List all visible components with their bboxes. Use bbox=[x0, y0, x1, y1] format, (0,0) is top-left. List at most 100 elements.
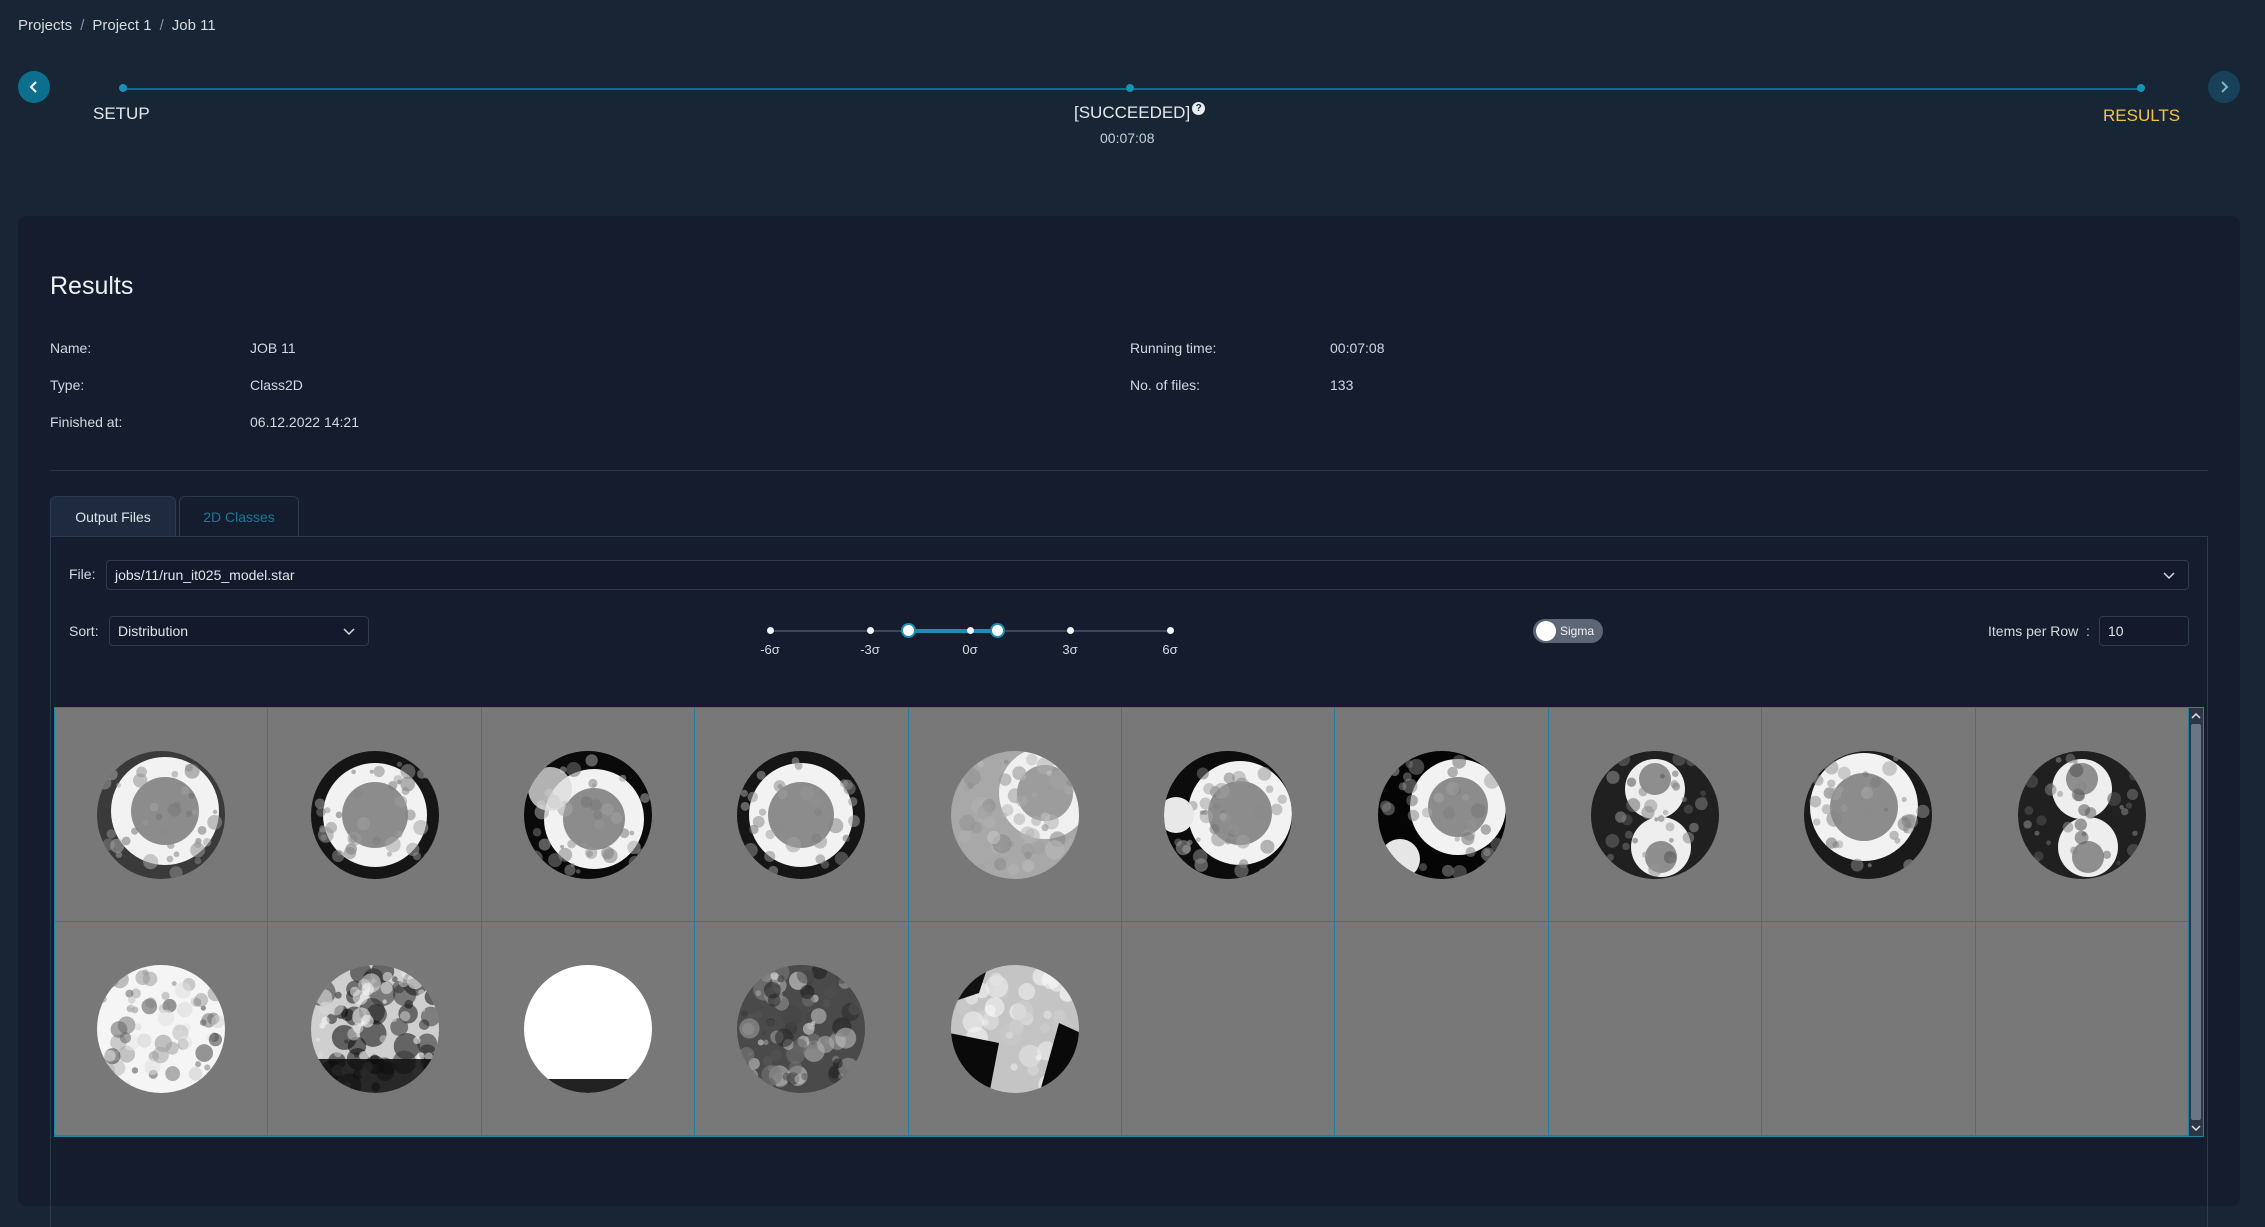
class-cell[interactable] bbox=[481, 922, 696, 1136]
class-average-image bbox=[523, 750, 652, 879]
scroll-down-icon[interactable] bbox=[2190, 1122, 2202, 1134]
running-time-value: 00:07:08 bbox=[1330, 340, 1385, 356]
class-cell[interactable] bbox=[908, 922, 1122, 1136]
step-dot-status bbox=[1126, 84, 1134, 92]
class-average-image bbox=[737, 750, 866, 879]
sigma-toggle[interactable]: Sigma bbox=[1533, 619, 1603, 643]
step-status-time: 00:07:08 bbox=[1100, 130, 1155, 146]
slider-mark bbox=[767, 627, 774, 634]
breadcrumb-separator: / bbox=[159, 17, 164, 34]
step-results[interactable]: RESULTS bbox=[2103, 106, 2180, 126]
step-setup[interactable]: SETUP bbox=[93, 104, 150, 124]
slider-mark bbox=[1067, 627, 1074, 634]
class-average-image bbox=[310, 964, 439, 1093]
results-panel: Results Name: JOB 11 Type: Class2D Finis… bbox=[18, 216, 2240, 1227]
slider-tick-label: 6σ bbox=[1162, 642, 1178, 657]
file-count-value: 133 bbox=[1330, 377, 1354, 393]
divider bbox=[50, 470, 2208, 471]
class-grid bbox=[55, 708, 2189, 1136]
sigma-slider-range bbox=[907, 629, 998, 633]
file-select-value: jobs/11/run_it025_model.star bbox=[115, 567, 295, 583]
finished-label: Finished at: bbox=[50, 414, 123, 430]
slider-mark bbox=[867, 627, 874, 634]
file-count-label: No. of files: bbox=[1130, 377, 1201, 393]
breadcrumb-project[interactable]: Project 1 bbox=[92, 17, 151, 34]
type-value: Class2D bbox=[250, 377, 303, 393]
class-cell-empty bbox=[1335, 922, 1549, 1136]
class-cell[interactable] bbox=[695, 708, 909, 922]
class-average-image bbox=[2017, 750, 2146, 879]
class-average-image bbox=[737, 964, 866, 1093]
class-grid-container bbox=[54, 707, 2204, 1137]
sigma-slider-handle-max[interactable] bbox=[990, 623, 1005, 638]
class-cell[interactable] bbox=[1335, 708, 1549, 922]
breadcrumb-projects[interactable]: Projects bbox=[18, 17, 72, 34]
slider-tick-label: 0σ bbox=[962, 642, 978, 657]
class-average-image bbox=[97, 750, 226, 879]
tab-content: File: jobs/11/run_it025_model.star Sort:… bbox=[50, 536, 2208, 1227]
step-status[interactable]: [SUCCEEDED] ? bbox=[1074, 102, 1206, 123]
slider-mark bbox=[967, 627, 974, 634]
class-average-image bbox=[1590, 750, 1719, 879]
class-cell[interactable] bbox=[268, 708, 482, 922]
slider-tick-label: 3σ bbox=[1062, 642, 1078, 657]
scrollbar-thumb[interactable] bbox=[2191, 724, 2201, 1120]
class-cell[interactable] bbox=[1548, 708, 1763, 922]
sort-select[interactable]: Distribution bbox=[109, 616, 369, 646]
class-cell[interactable] bbox=[695, 922, 909, 1136]
file-select[interactable]: jobs/11/run_it025_model.star bbox=[106, 560, 2189, 590]
type-label: Type: bbox=[50, 377, 85, 393]
scroll-up-icon[interactable] bbox=[2190, 710, 2202, 722]
name-label: Name: bbox=[50, 340, 92, 356]
items-per-row-label: Items per Row : bbox=[1988, 623, 2090, 639]
file-label: File: bbox=[69, 566, 96, 582]
slider-tick-label: -3σ bbox=[860, 642, 880, 657]
finished-value: 06.12.2022 14:21 bbox=[250, 414, 359, 430]
class-average-image bbox=[523, 964, 652, 1093]
sort-select-value: Distribution bbox=[118, 623, 189, 639]
chevron-left-icon bbox=[29, 81, 37, 93]
name-value: JOB 11 bbox=[250, 340, 296, 356]
running-time-label: Running time: bbox=[1130, 340, 1217, 356]
class-average-image bbox=[1377, 750, 1506, 879]
class-average-image bbox=[950, 750, 1079, 879]
class-cell[interactable] bbox=[481, 708, 696, 922]
class-cell[interactable] bbox=[55, 922, 269, 1136]
chevron-down-icon bbox=[2163, 572, 2175, 580]
class-average-image bbox=[1804, 750, 1933, 879]
slider-mark bbox=[1167, 627, 1174, 634]
tab-2d-classes[interactable]: 2D Classes bbox=[179, 496, 299, 537]
breadcrumb-separator: / bbox=[80, 17, 85, 34]
class-cell-empty bbox=[1762, 922, 1976, 1136]
next-step-button[interactable] bbox=[2208, 71, 2240, 103]
sort-label: Sort: bbox=[69, 623, 99, 639]
chevron-right-icon bbox=[2221, 81, 2229, 93]
class-cell[interactable] bbox=[1121, 708, 1336, 922]
chevron-down-icon bbox=[343, 628, 355, 636]
class-cell[interactable] bbox=[268, 922, 482, 1136]
class-average-image bbox=[310, 750, 439, 879]
class-cell[interactable] bbox=[908, 708, 1122, 922]
sigma-slider-handle-min[interactable] bbox=[901, 623, 916, 638]
tab-output-files[interactable]: Output Files bbox=[50, 496, 176, 537]
slider-tick-label: -6σ bbox=[760, 642, 780, 657]
class-cell-empty bbox=[1975, 922, 2189, 1136]
step-dot-setup bbox=[119, 84, 127, 92]
class-average-image bbox=[97, 964, 226, 1093]
scrollbar[interactable] bbox=[2189, 708, 2203, 1136]
class-average-image bbox=[950, 964, 1079, 1093]
page-title: Results bbox=[50, 272, 134, 300]
sigma-toggle-label: Sigma bbox=[1560, 624, 1595, 638]
items-per-row-input[interactable] bbox=[2099, 616, 2189, 646]
class-average-image bbox=[1164, 750, 1293, 879]
class-cell-empty bbox=[1548, 922, 1763, 1136]
class-cell[interactable] bbox=[1762, 708, 1976, 922]
toggle-knob bbox=[1536, 621, 1556, 641]
breadcrumb: Projects / Project 1 / Job 11 bbox=[18, 17, 216, 34]
previous-step-button[interactable] bbox=[18, 71, 50, 103]
class-cell[interactable] bbox=[55, 708, 269, 922]
step-status-label: [SUCCEEDED] bbox=[1074, 103, 1191, 122]
breadcrumb-job[interactable]: Job 11 bbox=[172, 17, 216, 34]
help-icon[interactable]: ? bbox=[1192, 102, 1206, 115]
class-cell[interactable] bbox=[1975, 708, 2189, 922]
